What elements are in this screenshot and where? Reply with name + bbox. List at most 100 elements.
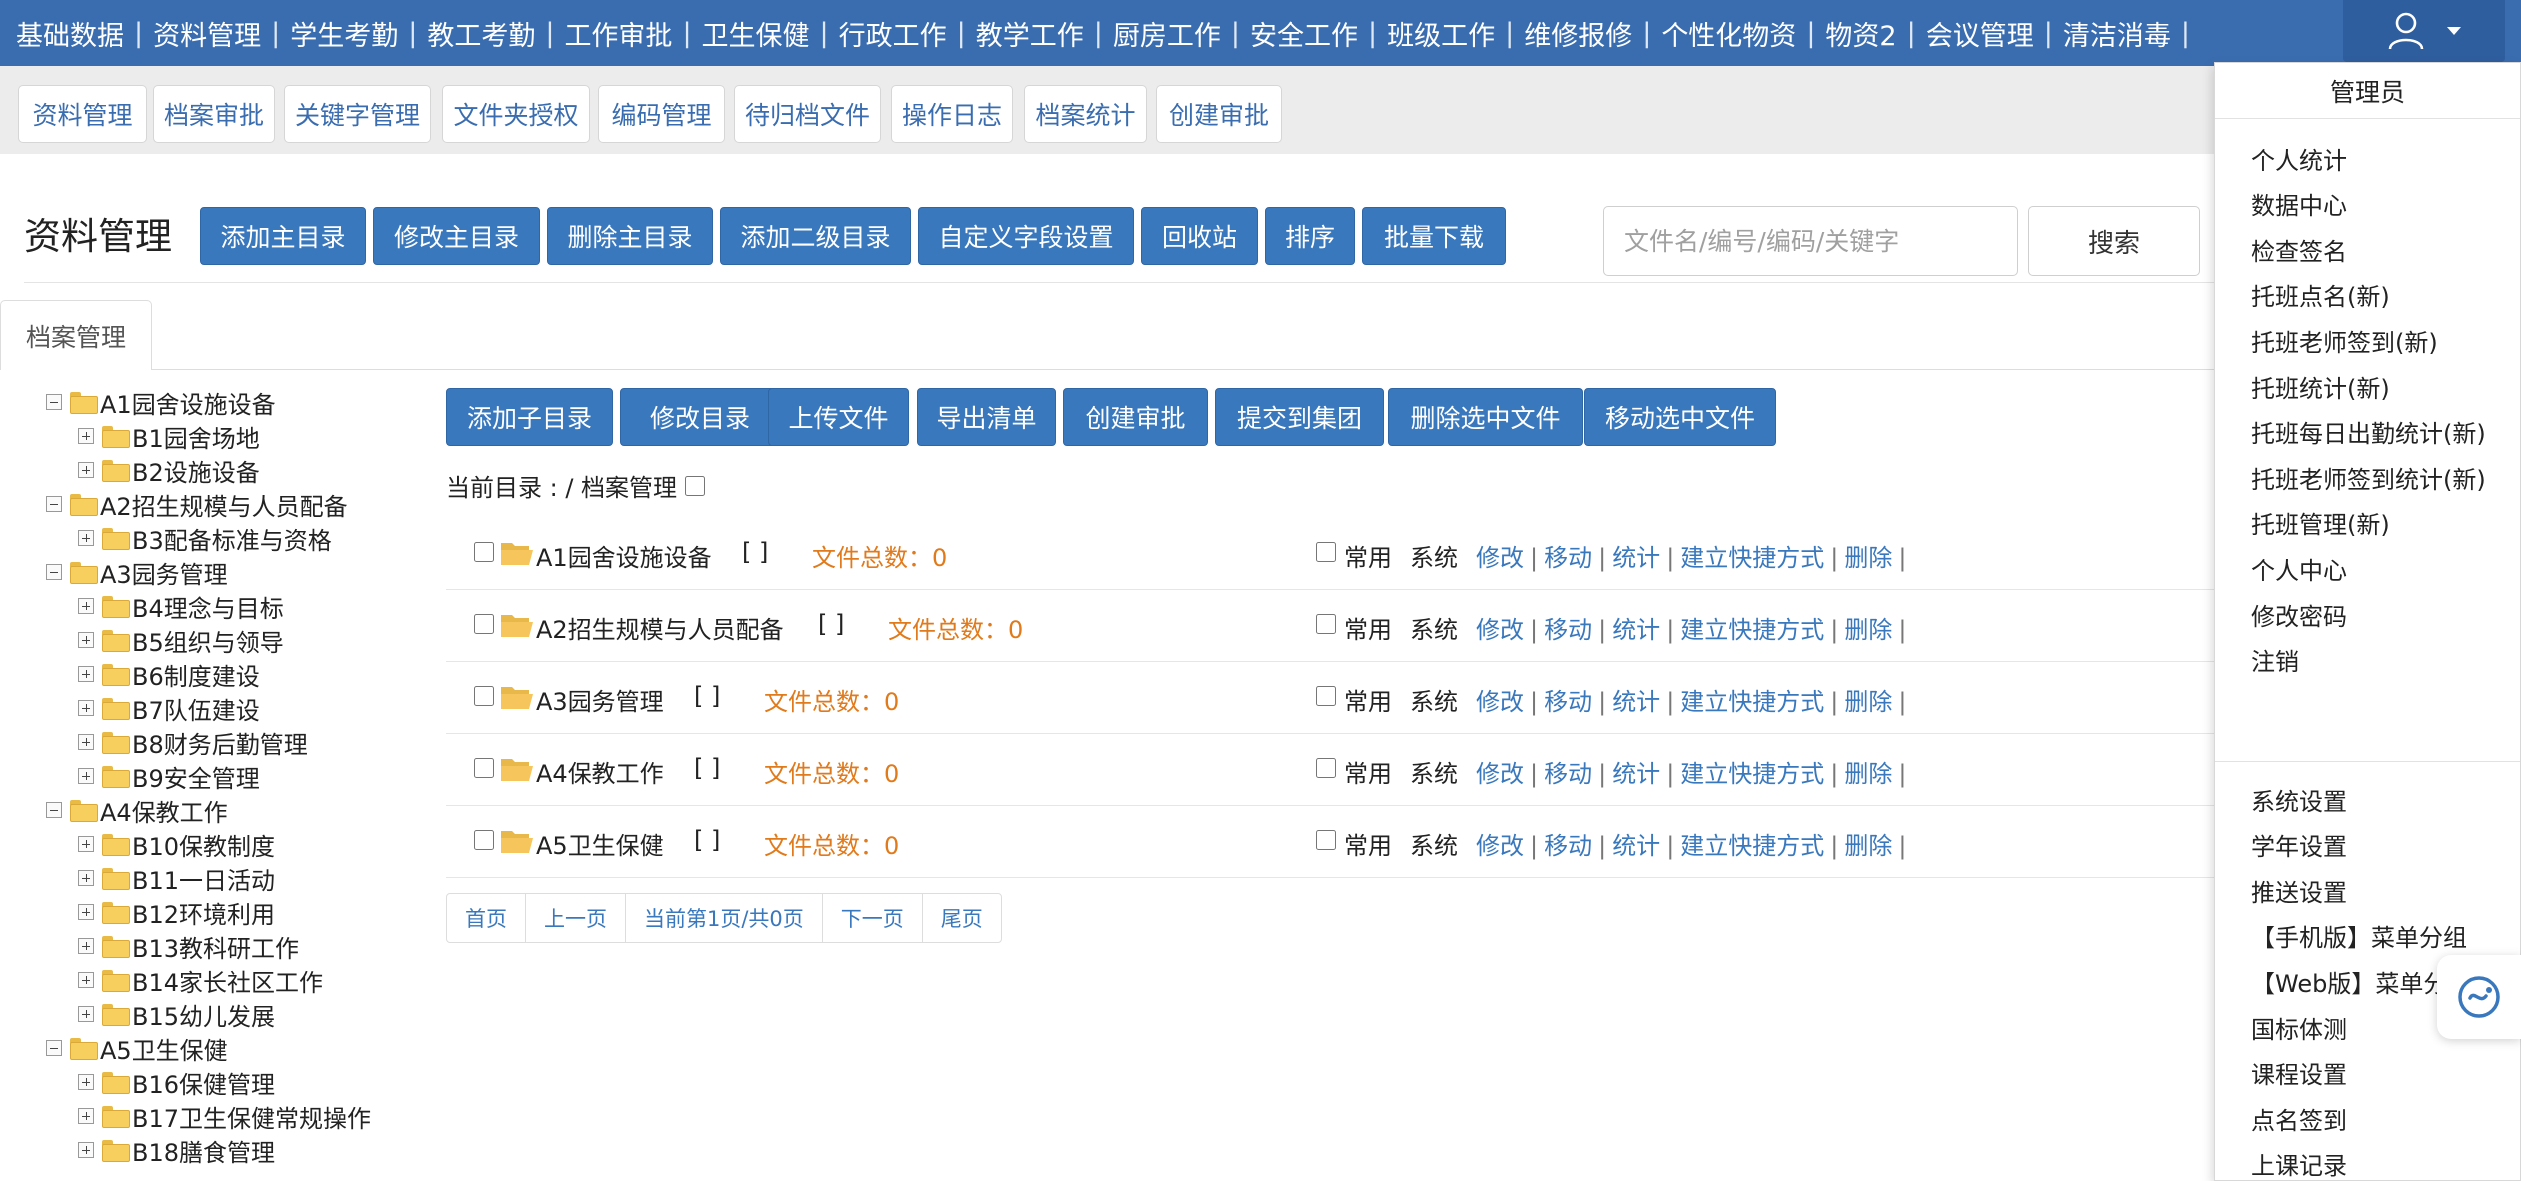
subnav-tab-3[interactable]: 文件夹授权 [442,85,590,143]
tab-archive-management[interactable]: 档案管理 [0,300,152,370]
expand-icon[interactable] [78,734,94,750]
content-button-1[interactable]: 修改目录 [620,388,780,446]
dropdown-item[interactable]: 【手机版】菜单分组 [2251,916,2467,956]
select-all-checkbox[interactable] [685,475,706,496]
row-action-0[interactable]: 修改 [1476,760,1524,788]
dropdown-item[interactable]: 国标体测 [2251,1007,2347,1047]
nav-item-7[interactable]: 教学工作 [976,14,1084,53]
toolbar-button-4[interactable]: 自定义字段设置 [918,207,1134,265]
row-select-checkbox[interactable] [474,830,494,850]
expand-icon[interactable] [78,666,94,682]
dropdown-item[interactable]: 托班老师签到(新) [2251,320,2438,360]
row-select-checkbox[interactable] [474,758,494,778]
subnav-tab-0[interactable]: 资料管理 [18,85,147,143]
row-action-0[interactable]: 修改 [1476,544,1524,572]
nav-item-14[interactable]: 会议管理 [1926,14,2034,53]
content-button-3[interactable]: 导出清单 [917,388,1056,446]
expand-icon[interactable] [78,598,94,614]
expand-icon[interactable] [78,1074,94,1090]
row-action-2[interactable]: 统计 [1612,688,1660,716]
nav-item-9[interactable]: 安全工作 [1250,14,1358,53]
row-action-4[interactable]: 删除 [1844,760,1892,788]
tree-node-root[interactable]: A5卫生保健 [46,1031,228,1065]
pager-item-4[interactable]: 尾页 [923,894,1001,942]
nav-item-13[interactable]: 物资2 [1825,14,1896,53]
dropdown-item[interactable]: 托班每日出勤统计(新) [2251,412,2486,452]
row-action-2[interactable]: 统计 [1612,832,1660,860]
collapse-icon[interactable] [46,802,62,818]
expand-icon[interactable] [78,530,94,546]
tree-node-child[interactable]: B3配备标准与资格 [78,521,332,555]
tree-node-root[interactable]: A2招生规模与人员配备 [46,487,348,521]
tree-node-child[interactable]: B11一日活动 [78,861,275,895]
tree-node-child[interactable]: B17卫生保健常规操作 [78,1099,371,1133]
tree-node-child[interactable]: B7队伍建设 [78,691,260,725]
nav-item-10[interactable]: 班级工作 [1387,14,1495,53]
subnav-tab-8[interactable]: 创建审批 [1156,85,1282,143]
subnav-tab-2[interactable]: 关键字管理 [284,85,431,143]
expand-icon[interactable] [78,904,94,920]
dropdown-item[interactable]: 托班老师签到统计(新) [2251,457,2486,497]
dropdown-item[interactable]: 检查签名 [2251,229,2347,269]
dropdown-item[interactable]: 上课记录 [2251,1144,2347,1181]
tree-node-root[interactable]: A3园务管理 [46,555,228,589]
nav-item-1[interactable]: 资料管理 [153,14,261,53]
expand-icon[interactable] [78,972,94,988]
dropdown-item[interactable]: 托班点名(新) [2251,275,2390,315]
row-action-3[interactable]: 建立快捷方式 [1680,544,1824,572]
row-action-1[interactable]: 移动 [1544,688,1592,716]
row-action-3[interactable]: 建立快捷方式 [1680,832,1824,860]
expand-icon[interactable] [78,632,94,648]
row-action-1[interactable]: 移动 [1544,760,1592,788]
dropdown-item[interactable]: 学年设置 [2251,825,2347,865]
expand-icon[interactable] [78,1108,94,1124]
tree-node-child[interactable]: B15幼儿发展 [78,997,275,1031]
row-action-4[interactable]: 删除 [1844,544,1892,572]
subnav-tab-1[interactable]: 档案审批 [153,85,275,143]
folder-name-link[interactable]: A5卫生保健 [536,826,664,861]
row-action-1[interactable]: 移动 [1544,616,1592,644]
dropdown-item[interactable]: 课程设置 [2251,1053,2347,1093]
assistant-float-button[interactable] [2437,955,2521,1039]
content-button-2[interactable]: 上传文件 [768,388,909,446]
tree-node-child[interactable]: B13教科研工作 [78,929,299,963]
content-button-5[interactable]: 提交到集团 [1215,388,1384,446]
dropdown-item[interactable]: 修改密码 [2251,594,2347,634]
nav-item-4[interactable]: 工作审批 [564,14,672,53]
subnav-tab-7[interactable]: 档案统计 [1024,85,1147,143]
nav-item-2[interactable]: 学生考勤 [290,14,398,53]
nav-item-8[interactable]: 厨房工作 [1113,14,1221,53]
tree-node-child[interactable]: B2设施设备 [78,453,260,487]
folder-name-link[interactable]: A1园舍设施设备 [536,538,712,573]
tree-node-child[interactable]: B9安全管理 [78,759,260,793]
row-action-4[interactable]: 删除 [1844,616,1892,644]
row-action-0[interactable]: 修改 [1476,832,1524,860]
common-checkbox[interactable] [1316,758,1336,778]
toolbar-button-1[interactable]: 修改主目录 [373,207,540,265]
nav-item-0[interactable]: 基础数据 [16,14,124,53]
toolbar-button-6[interactable]: 排序 [1265,207,1355,265]
row-action-3[interactable]: 建立快捷方式 [1680,688,1824,716]
row-action-1[interactable]: 移动 [1544,544,1592,572]
collapse-icon[interactable] [46,564,62,580]
tree-node-root[interactable]: A1园舍设施设备 [46,385,276,419]
common-checkbox[interactable] [1316,830,1336,850]
subnav-tab-4[interactable]: 编码管理 [598,85,725,143]
dropdown-item[interactable]: 数据中心 [2251,184,2347,224]
folder-name-link[interactable]: A4保教工作 [536,754,664,789]
expand-icon[interactable] [78,1006,94,1022]
row-select-checkbox[interactable] [474,614,494,634]
expand-icon[interactable] [78,836,94,852]
expand-icon[interactable] [78,462,94,478]
toolbar-button-3[interactable]: 添加二级目录 [720,207,911,265]
row-action-3[interactable]: 建立快捷方式 [1680,760,1824,788]
folder-name-link[interactable]: A2招生规模与人员配备 [536,610,784,645]
row-action-0[interactable]: 修改 [1476,616,1524,644]
expand-icon[interactable] [78,870,94,886]
toolbar-button-5[interactable]: 回收站 [1141,207,1258,265]
user-menu-button[interactable] [2343,0,2505,62]
dropdown-item[interactable]: 系统设置 [2251,779,2347,819]
expand-icon[interactable] [78,428,94,444]
dropdown-item[interactable]: 推送设置 [2251,870,2347,910]
tree-node-child[interactable]: B4理念与目标 [78,589,284,623]
